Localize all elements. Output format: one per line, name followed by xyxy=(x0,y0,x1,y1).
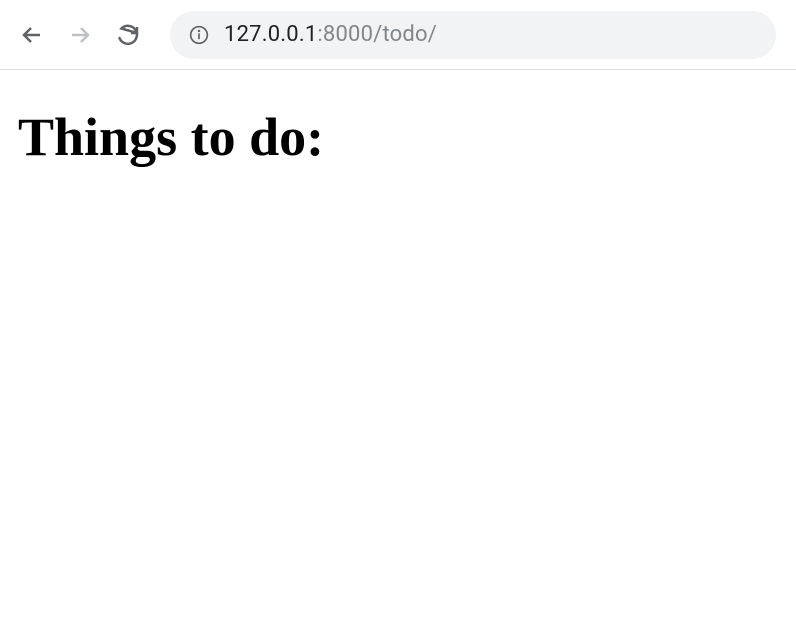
page-title: Things to do: xyxy=(18,106,778,168)
nav-buttons xyxy=(20,23,140,47)
url-path: :8000/todo/ xyxy=(317,22,437,47)
arrow-right-icon xyxy=(68,23,92,47)
url-text: 127.0.0.1:8000/todo/ xyxy=(224,22,437,47)
page-content: Things to do: xyxy=(0,70,796,204)
site-info-button[interactable] xyxy=(188,24,210,46)
arrow-left-icon xyxy=(20,23,44,47)
address-bar[interactable]: 127.0.0.1:8000/todo/ xyxy=(170,11,776,59)
info-icon xyxy=(189,25,209,45)
url-host: 127.0.0.1 xyxy=(224,22,317,47)
forward-button[interactable] xyxy=(68,23,92,47)
reload-icon xyxy=(116,23,140,47)
back-button[interactable] xyxy=(20,23,44,47)
reload-button[interactable] xyxy=(116,23,140,47)
browser-toolbar: 127.0.0.1:8000/todo/ xyxy=(0,0,796,70)
